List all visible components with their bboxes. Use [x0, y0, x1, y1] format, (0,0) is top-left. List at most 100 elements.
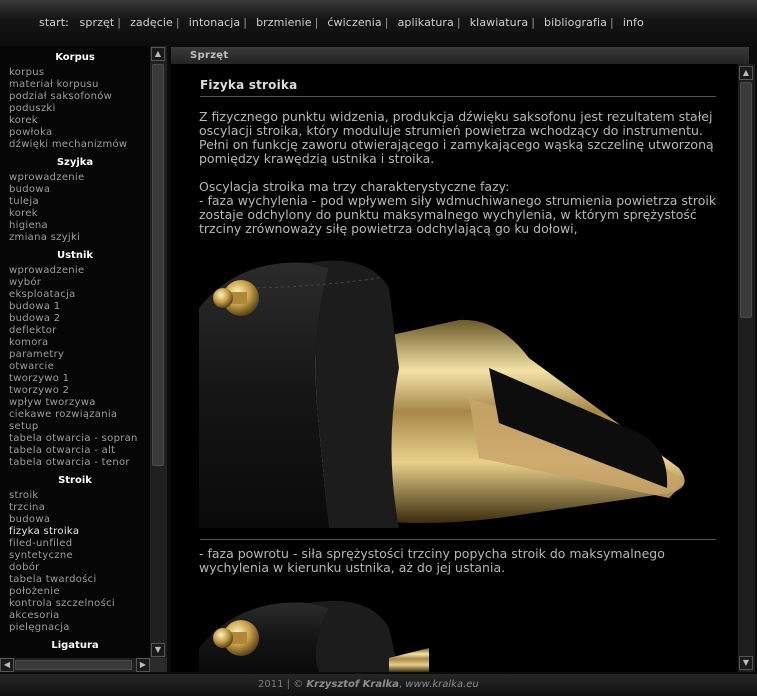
nav-separator: |: [384, 16, 389, 29]
mouthpiece-reed-photo-1: [199, 260, 685, 528]
nav-separator: |: [531, 16, 536, 29]
sidebar-link[interactable]: korpus: [0, 67, 150, 79]
sidebar-link[interactable]: korek: [0, 208, 150, 220]
sidebar-link[interactable]: dźwięki mechanizmów: [0, 139, 150, 151]
sidebar-link[interactable]: fizyka stroika: [0, 526, 150, 538]
sidebar-link[interactable]: budowa 2: [0, 313, 150, 325]
nav-item-6[interactable]: klawiatura: [470, 16, 529, 29]
footer-comma: ,: [398, 679, 403, 690]
sidebar-link[interactable]: akcesoria: [0, 610, 150, 622]
sidebar-heading: Korpus: [55, 52, 95, 63]
nav-item-1[interactable]: zadęcie: [130, 16, 173, 29]
sidebar-link[interactable]: setup: [0, 421, 150, 433]
content-scroll-down-arrow-icon[interactable]: ▼: [739, 656, 753, 670]
sidebar-link[interactable]: deflektor: [0, 325, 150, 337]
sidebar-link[interactable]: budowa: [0, 184, 150, 196]
sidebar-link[interactable]: stroik: [0, 490, 150, 502]
footer-author: Krzysztof Kralka: [306, 679, 399, 690]
scroll-down-arrow-icon[interactable]: ▼: [151, 643, 165, 657]
sidebar-link[interactable]: higiena: [0, 220, 150, 232]
sidebar-link[interactable]: wybór: [0, 277, 150, 289]
sidebar-link[interactable]: otwarcie: [0, 361, 150, 373]
sidebar-link[interactable]: parametry: [0, 349, 150, 361]
sidebar-link[interactable]: filed-unfiled: [0, 538, 150, 550]
nav-item-0[interactable]: sprzęt: [80, 16, 115, 29]
sidebar-link[interactable]: eksploatacja: [0, 289, 150, 301]
sidebar-link[interactable]: ciekawe rozwiązania: [0, 409, 150, 421]
sidebar-heading: Ustnik: [56, 250, 94, 261]
sidebar-link[interactable]: tabela otwarcia - sopran: [0, 433, 150, 445]
scroll-up-arrow-icon[interactable]: ▲: [151, 47, 165, 61]
top-navigation: start: sprzęt | zadęcie | intonacja | brzmieni…: [0, 0, 757, 46]
sidebar-vertical-scrollbar[interactable]: ▲ ▼: [150, 46, 167, 658]
nav-item-7[interactable]: bibliografia: [544, 16, 607, 29]
content-scroll-thumb[interactable]: [740, 82, 752, 318]
sidebar-link[interactable]: budowa: [0, 514, 150, 526]
sidebar-link[interactable]: dobór: [0, 562, 150, 574]
nav-item-5[interactable]: aplikatura: [398, 16, 454, 29]
sidebar-link[interactable]: tworzywo 1: [0, 373, 150, 385]
nav-item-2[interactable]: intonacja: [189, 16, 241, 29]
content-scroll-up-arrow-icon[interactable]: ▲: [739, 66, 753, 80]
nav-item-3[interactable]: brzmienie: [256, 16, 312, 29]
sidebar-link[interactable]: tabela otwarcia - alt: [0, 445, 150, 457]
sidebar-hscroll-thumb[interactable]: [15, 660, 132, 670]
scroll-left-arrow-icon[interactable]: ◀: [0, 658, 14, 672]
section-divider: [200, 539, 716, 540]
sidebar-link[interactable]: komora: [0, 337, 150, 349]
scroll-right-arrow-icon[interactable]: ▶: [136, 658, 150, 672]
sidebar-link[interactable]: powłoka: [0, 127, 150, 139]
footer-url-link[interactable]: www.kralka.eu: [405, 679, 478, 690]
sidebar-link[interactable]: położenie: [0, 586, 150, 598]
sidebar-link[interactable]: tabela twardości: [0, 574, 150, 586]
sidebar-link[interactable]: wprowadzenie: [0, 265, 150, 277]
nav-separator: |: [175, 16, 180, 29]
sidebar-link[interactable]: budowa 1: [0, 301, 150, 313]
sidebar-scroll-thumb[interactable]: [152, 64, 164, 466]
sidebar-link[interactable]: tabela otwarcia - tenor: [0, 457, 150, 469]
nav-separator: |: [610, 16, 614, 29]
nav-item-4[interactable]: ćwiczenia: [327, 16, 381, 29]
intro-paragraph: Z fizycznego punktu widzenia, produkcja …: [199, 109, 714, 166]
sidebar-link[interactable]: materiał korpusu: [0, 79, 150, 91]
mouthpiece-reed-photo-2: [199, 600, 429, 672]
footer-separator: |: [286, 679, 291, 690]
copyright-symbol: ©: [293, 679, 304, 690]
sidebar-link[interactable]: kontrola szczelności: [0, 598, 150, 610]
phases-intro: Oscylacja stroika ma trzy charakterystyc…: [199, 179, 510, 194]
sidebar-heading: Ligatura: [51, 640, 99, 651]
sidebar-link[interactable]: trzcina: [0, 502, 150, 514]
nav-item-8[interactable]: info: [623, 16, 644, 29]
sidebar-menu: Korpus korpus materiał korpusu podział saks…: [0, 46, 150, 658]
title-divider: [200, 96, 716, 97]
sidebar-link[interactable]: podział saksofonów: [0, 91, 150, 103]
sidebar-link[interactable]: syntetyczne: [0, 550, 150, 562]
sidebar-heading: Stroik: [58, 475, 92, 486]
footer: 2011 | © Krzysztof Kralka, www.kralka.eu: [0, 674, 757, 696]
nav-separator: |: [314, 16, 319, 29]
phase-deflection: - faza wychylenia - pod wpływem siły wdm…: [199, 193, 717, 236]
footer-text: 2011 | © Krzysztof Kralka, www.kralka.eu: [258, 679, 479, 690]
sidebar-link[interactable]: pielęgnacja: [0, 622, 150, 634]
sidebar-link[interactable]: tworzywo 2: [0, 385, 150, 397]
sidebar-link[interactable]: wprowadzenie: [0, 172, 150, 184]
footer-year: 2011: [258, 679, 284, 690]
breadcrumb-label: Sprzęt: [190, 50, 229, 61]
page-title: Fizyka stroika: [200, 78, 298, 92]
sidebar-link[interactable]: tuleja: [0, 196, 150, 208]
sidebar-link[interactable]: poduszki: [0, 103, 150, 115]
sidebar-link[interactable]: wpływ tworzywa: [0, 397, 150, 409]
content-vertical-scrollbar[interactable]: ▲ ▼: [738, 64, 755, 672]
top-nav-links: start: sprzęt | zadęcie | intonacja | brzmieni…: [39, 16, 644, 29]
phase-return: - faza powrotu - siła sprężystości trzci…: [199, 546, 665, 575]
breadcrumb: Sprzęt: [171, 47, 749, 64]
sidebar-link[interactable]: zmiana szyjki: [0, 232, 150, 244]
nav-start[interactable]: start:: [39, 16, 69, 29]
main-content: Fizyka stroika Z fizycznego punktu widze…: [171, 64, 738, 672]
sidebar-horizontal-scrollbar[interactable]: ◀ ▶: [0, 658, 150, 672]
scroll-corner: [150, 658, 167, 672]
nav-separator: |: [456, 16, 461, 29]
nav-separator: |: [117, 16, 122, 29]
nav-separator: |: [243, 16, 248, 29]
sidebar-link[interactable]: korek: [0, 115, 150, 127]
